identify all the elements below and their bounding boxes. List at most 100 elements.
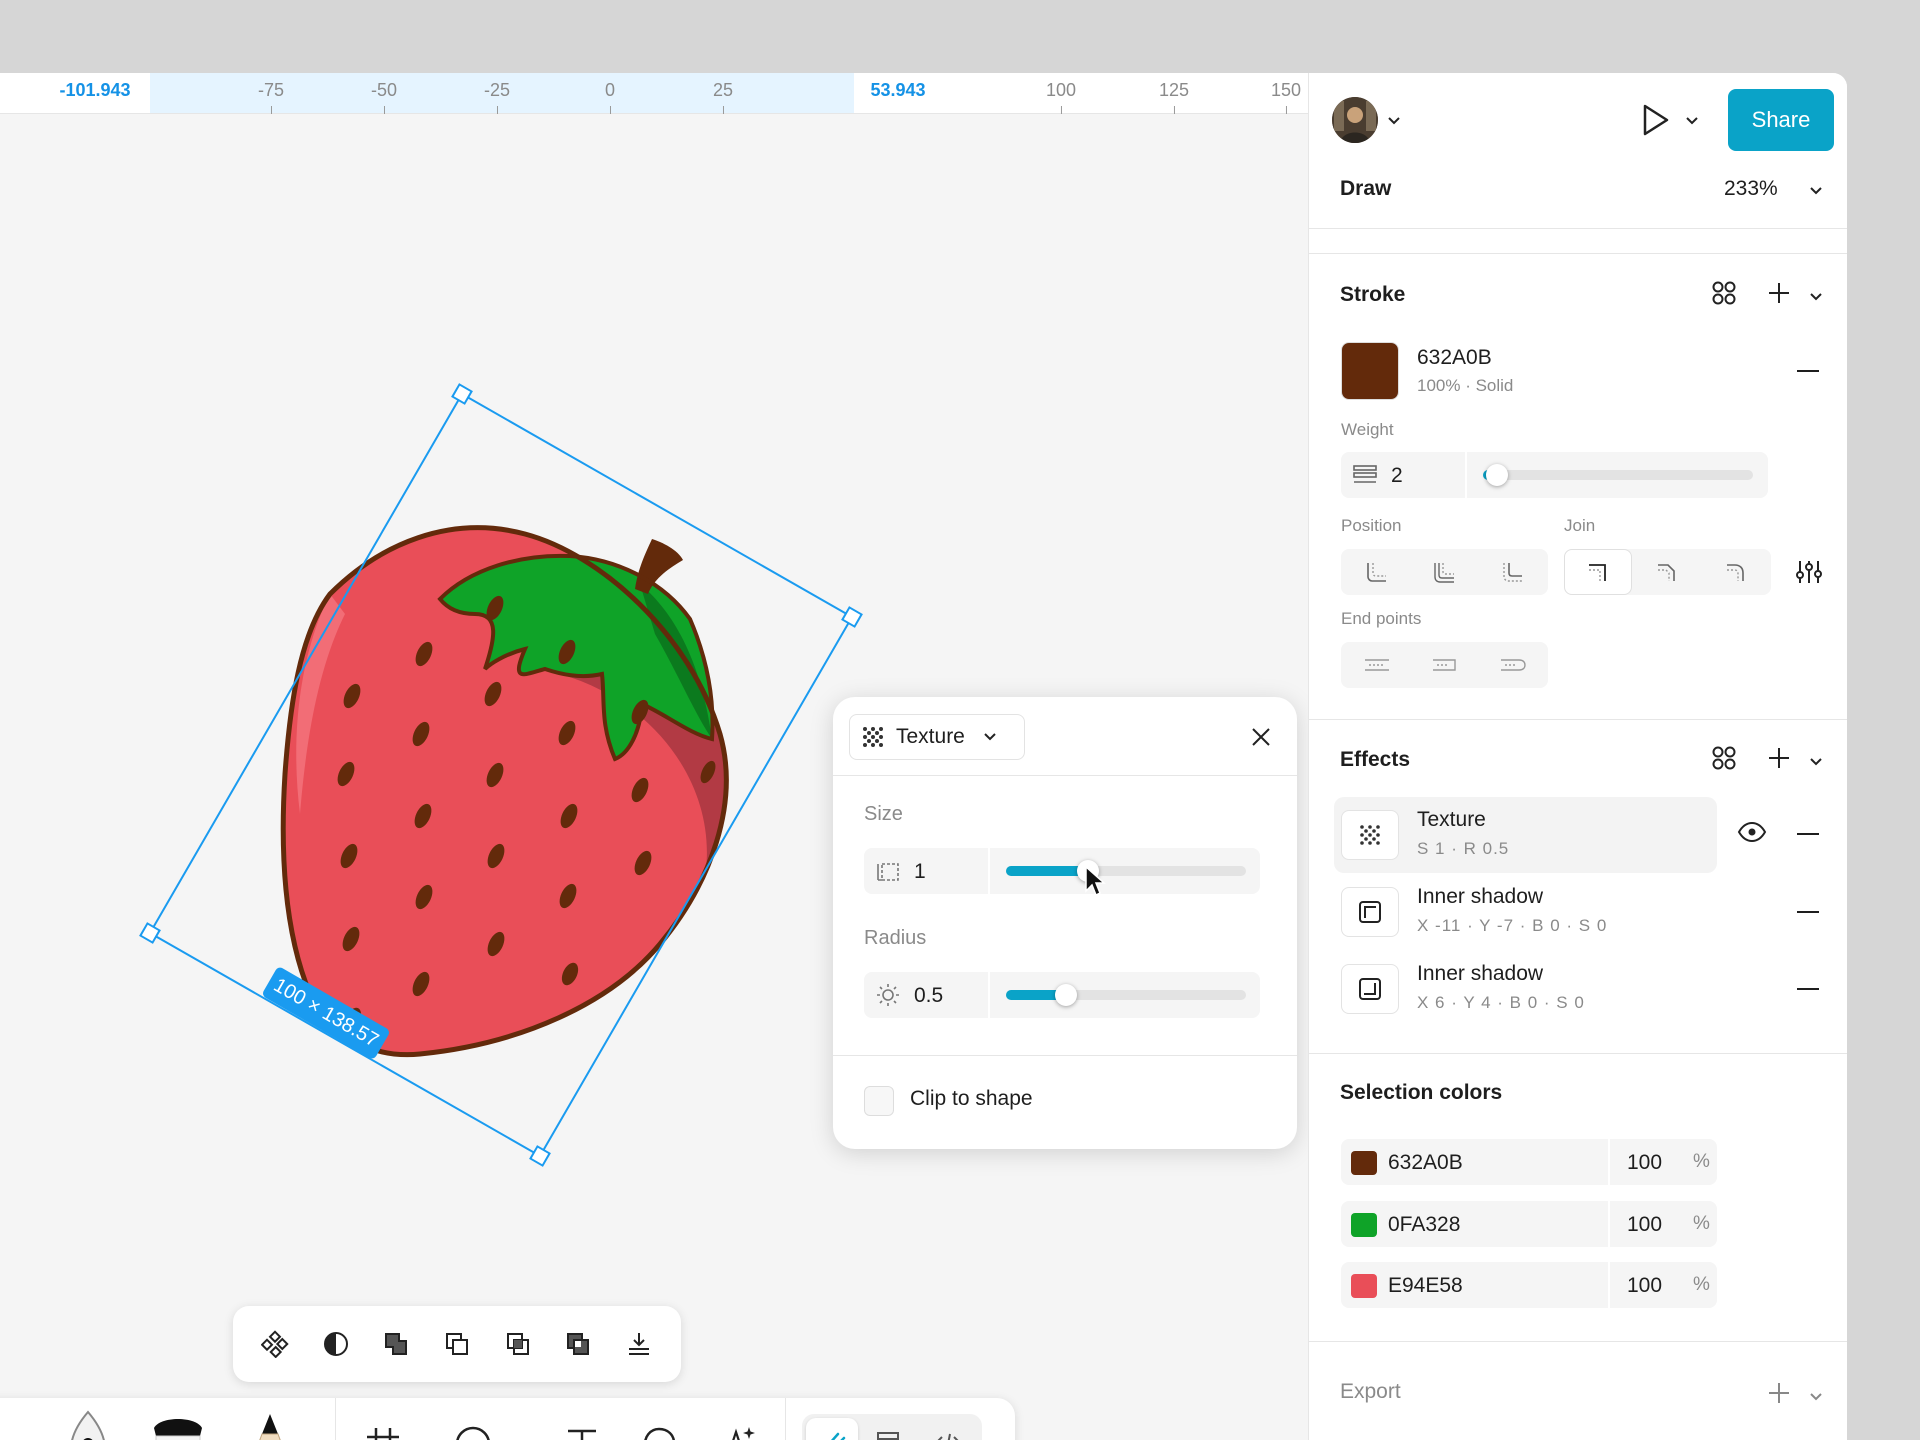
size-slider-fill xyxy=(1006,866,1088,876)
stroke-color-hex[interactable]: 632A0B xyxy=(1417,346,1492,370)
texture-effect-popover: Texture Size 1 Radius 0.5 Clip to shape xyxy=(833,697,1297,1149)
marker-tool[interactable] xyxy=(150,1412,206,1440)
union-button[interactable] xyxy=(378,1326,414,1362)
color-swatch[interactable] xyxy=(1351,1274,1377,1298)
join-bevel-icon xyxy=(1658,564,1675,581)
close-popover-button[interactable] xyxy=(1243,719,1279,755)
ai-tool[interactable] xyxy=(718,1424,758,1440)
weight-slider[interactable] xyxy=(1483,464,1753,486)
value-separator xyxy=(1465,452,1467,498)
effect-icon-box[interactable] xyxy=(1341,810,1399,860)
selection-color-row[interactable]: E94E58 100 % xyxy=(1341,1262,1717,1308)
shape-tool[interactable] xyxy=(454,1425,492,1440)
endpoint-square[interactable] xyxy=(1411,642,1479,688)
color-opacity[interactable]: 100 xyxy=(1627,1213,1662,1237)
value-separator xyxy=(1608,1139,1610,1185)
effect-styles-button[interactable] xyxy=(1711,745,1737,776)
comment-tool[interactable] xyxy=(640,1425,678,1440)
remove-effect-button[interactable] xyxy=(1797,988,1819,990)
subtract-button[interactable] xyxy=(439,1326,475,1362)
effect-item-texture[interactable]: Texture S 1 · R 0.5 xyxy=(1334,797,1717,873)
add-effect-button[interactable] xyxy=(1766,745,1792,776)
pencil-tool[interactable] xyxy=(244,1412,296,1440)
stroke-position-center[interactable] xyxy=(1411,549,1479,595)
percent-sign: % xyxy=(1693,1151,1710,1172)
present-options-menu[interactable] xyxy=(1685,113,1705,129)
present-button[interactable] xyxy=(1639,103,1675,139)
mouse-cursor-icon xyxy=(1085,865,1106,897)
flatten-button[interactable] xyxy=(621,1326,657,1362)
effect-type-select[interactable]: Texture xyxy=(849,714,1025,760)
draw-mode-button[interactable] xyxy=(806,1418,858,1440)
avatar[interactable] xyxy=(1332,97,1378,143)
flatten-icon xyxy=(628,1333,649,1355)
zoom-menu[interactable] xyxy=(1809,183,1823,201)
frame-tool[interactable] xyxy=(365,1426,401,1440)
size-slider[interactable] xyxy=(1006,860,1246,882)
remove-effect-button[interactable] xyxy=(1797,833,1819,835)
stroke-position-segment xyxy=(1341,549,1548,595)
pen-tool[interactable] xyxy=(60,1406,116,1440)
create-component-button[interactable] xyxy=(257,1326,293,1362)
stroke-position-outside[interactable] xyxy=(1479,549,1547,595)
design-mode-button[interactable] xyxy=(864,1418,916,1440)
effect-item-inner-shadow[interactable]: Inner shadow X -11 · Y -7 · B 0 · S 0 xyxy=(1334,874,1717,950)
ruler-tick: 25 xyxy=(712,80,734,114)
effect-icon-box[interactable] xyxy=(1341,964,1399,1014)
add-stroke-button[interactable] xyxy=(1766,280,1792,311)
effect-icon-box[interactable] xyxy=(1341,887,1399,937)
selection-action-bar xyxy=(233,1306,681,1382)
remove-effect-button[interactable] xyxy=(1797,911,1819,913)
styles-grid-icon xyxy=(1712,281,1736,305)
clip-to-shape-checkbox[interactable] xyxy=(864,1086,894,1116)
weight-slider-thumb[interactable] xyxy=(1486,464,1508,486)
stroke-section-menu[interactable] xyxy=(1809,289,1823,307)
join-round[interactable] xyxy=(1702,549,1770,595)
stroke-styles-button[interactable] xyxy=(1711,280,1737,311)
dev-mode-button[interactable] xyxy=(922,1418,974,1440)
size-value-input[interactable]: 1 xyxy=(914,860,926,884)
text-tool[interactable] xyxy=(564,1426,600,1440)
account-menu[interactable] xyxy=(1387,113,1407,129)
endpoint-round-icon xyxy=(1501,659,1526,671)
zoom-level[interactable]: 233% xyxy=(1724,177,1778,201)
color-swatch[interactable] xyxy=(1351,1151,1377,1175)
color-opacity[interactable]: 100 xyxy=(1627,1151,1662,1175)
join-miter[interactable] xyxy=(1564,549,1632,595)
stroke-outside-icon xyxy=(1503,563,1522,582)
stroke-position-inside[interactable] xyxy=(1343,549,1411,595)
radius-value-input[interactable]: 0.5 xyxy=(914,984,943,1008)
selection-color-row[interactable]: 0FA328 100 % xyxy=(1341,1201,1717,1247)
weight-value-input[interactable]: 2 xyxy=(1391,464,1403,488)
frame-tool-menu[interactable] xyxy=(402,1434,422,1440)
remove-stroke-button[interactable] xyxy=(1797,370,1819,372)
stroke-color-swatch[interactable] xyxy=(1341,342,1399,400)
color-swatch[interactable] xyxy=(1351,1213,1377,1237)
shape-tool-menu[interactable] xyxy=(511,1434,531,1440)
color-hex[interactable]: E94E58 xyxy=(1388,1274,1463,1298)
color-opacity[interactable]: 100 xyxy=(1627,1274,1662,1298)
effect-detail: X -11 · Y -7 · B 0 · S 0 xyxy=(1417,916,1608,935)
export-section-menu[interactable] xyxy=(1809,1389,1823,1407)
color-hex[interactable]: 632A0B xyxy=(1388,1151,1463,1175)
toggle-effect-visibility[interactable] xyxy=(1737,821,1767,848)
eye-icon xyxy=(1737,821,1767,843)
exclude-button[interactable] xyxy=(560,1326,596,1362)
join-bevel[interactable] xyxy=(1633,549,1701,595)
mask-button[interactable] xyxy=(318,1326,354,1362)
radius-slider-thumb[interactable] xyxy=(1055,984,1077,1006)
endpoint-round[interactable] xyxy=(1479,642,1547,688)
selection-color-row[interactable]: 632A0B 100 % xyxy=(1341,1139,1717,1185)
design-mode-icon xyxy=(877,1432,899,1440)
color-hex[interactable]: 0FA328 xyxy=(1388,1213,1460,1237)
advanced-stroke-button[interactable] xyxy=(1795,559,1823,590)
stroke-weight-icon xyxy=(1353,465,1377,483)
effect-item-inner-shadow[interactable]: Inner shadow X 6 · Y 4 · B 0 · S 0 xyxy=(1334,951,1717,1027)
radius-slider[interactable] xyxy=(1006,984,1246,1006)
ruler-tick: -75 xyxy=(257,80,285,114)
intersect-button[interactable] xyxy=(500,1326,536,1362)
share-button[interactable]: Share xyxy=(1728,89,1834,151)
effects-section-menu[interactable] xyxy=(1809,754,1823,772)
endpoint-none[interactable] xyxy=(1343,642,1411,688)
add-export-button[interactable] xyxy=(1766,1380,1792,1411)
